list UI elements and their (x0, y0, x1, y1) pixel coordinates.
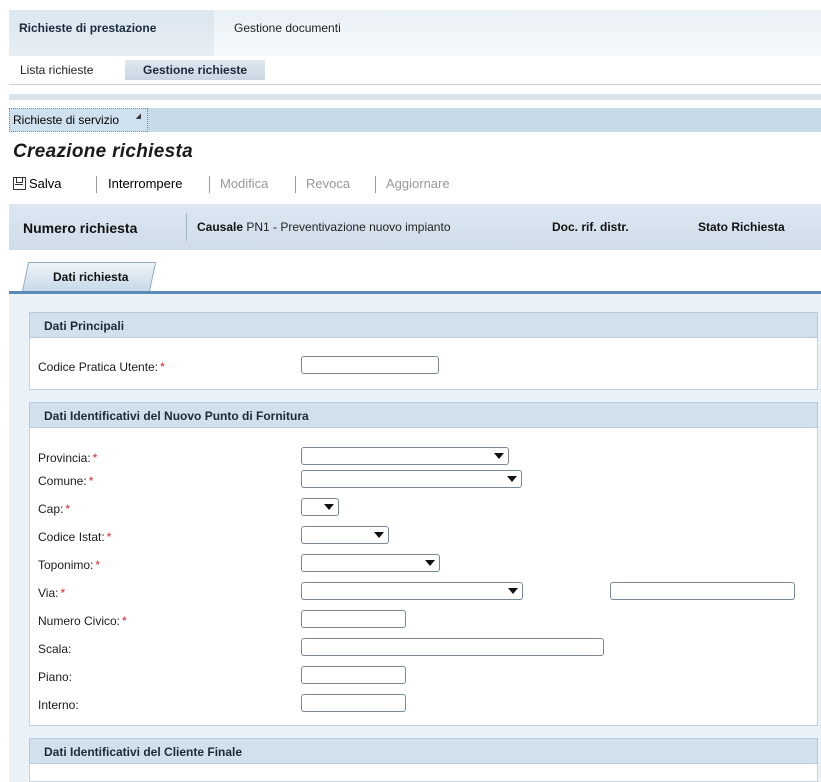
scala-input[interactable] (301, 638, 604, 656)
section-body-customer (29, 764, 818, 782)
label-piano: Piano: (38, 670, 73, 684)
revoke-button[interactable]: Revoca (306, 176, 350, 191)
tab-dati-richiesta[interactable]: Dati richiesta (53, 270, 128, 284)
page-title: Creazione richiesta (13, 141, 193, 162)
cap-select[interactable] (301, 498, 339, 516)
toolbar-separator (295, 176, 296, 193)
required-marker: * (88, 474, 94, 488)
chevron-down-icon (374, 532, 384, 538)
toolbar-separator (209, 176, 210, 193)
label-via: Via: * (38, 586, 66, 600)
label-codice-istat: Codice Istat: * (38, 530, 112, 544)
label-codice-pratica: Codice Pratica Utente: * (38, 360, 165, 374)
divider-band (9, 94, 821, 100)
dropdown-corner-icon: ◢ (135, 113, 142, 120)
doc-rif-label: Doc. rif. distr. (552, 220, 629, 234)
required-marker: * (60, 586, 66, 600)
save-label: Salva (29, 176, 62, 191)
numero-civico-input[interactable] (301, 610, 406, 628)
required-marker: * (122, 614, 127, 628)
update-button[interactable]: Aggiornare (386, 176, 450, 191)
interrupt-button[interactable]: Interrompere (108, 176, 182, 191)
chevron-down-icon (507, 476, 517, 482)
causale-value: PN1 - Preventivazione nuovo impianto (246, 220, 451, 234)
tab-lista-richieste[interactable]: Lista richieste (20, 60, 93, 80)
section-header-main: Dati Principali (29, 312, 818, 338)
service-menu-label: Richieste di servizio (13, 113, 120, 127)
required-marker: * (65, 502, 71, 516)
interno-input[interactable] (301, 694, 406, 712)
save-icon (13, 177, 26, 190)
via-select[interactable] (301, 582, 523, 600)
codice-istat-select[interactable] (301, 526, 389, 544)
required-marker: * (95, 558, 101, 572)
via-text-input[interactable] (610, 582, 795, 600)
status-label: Stato Richiesta (698, 220, 785, 234)
toolbar: Salva Interrompere Modifica Revoca Aggio… (9, 172, 821, 198)
chevron-down-icon (425, 560, 435, 566)
label-cap: Cap: * (38, 502, 71, 516)
provincia-select[interactable] (301, 447, 509, 465)
codice-pratica-input[interactable] (301, 356, 439, 374)
causale-label: Causale (197, 220, 244, 234)
content-panel: Dati Principali Codice Pratica Utente: * … (9, 294, 821, 782)
request-header: Numero richiesta Causale PN1 - Preventiv… (9, 204, 821, 250)
required-marker: * (92, 451, 98, 465)
comune-select[interactable] (301, 470, 522, 488)
label-comune: Comune: * (38, 474, 94, 488)
tab-gestione-richieste[interactable]: Gestione richieste (125, 60, 266, 80)
chevron-down-icon (324, 504, 334, 510)
piano-input[interactable] (301, 666, 406, 684)
section-header-supply-point: Dati Identificativi del Nuovo Punto di F… (29, 402, 818, 428)
tab-richieste-di-prestazione[interactable]: Richieste di prestazione (9, 10, 214, 56)
required-marker: * (160, 360, 165, 374)
label-toponimo: Toponimo: * (38, 558, 101, 572)
causale-field: Causale PN1 - Preventivazione nuovo impi… (197, 220, 451, 234)
toolbar-separator (375, 176, 376, 193)
label-interno: Interno: (38, 698, 79, 712)
save-button[interactable]: Salva (13, 176, 62, 191)
toponimo-select[interactable] (301, 554, 440, 572)
service-bar: Richieste di servizio ◢ (9, 108, 821, 132)
label-scala: Scala: (38, 642, 72, 656)
content-tab-strip: Dati richiesta (9, 258, 821, 294)
label-provincia: Provincia: * (38, 451, 98, 465)
chevron-down-icon (494, 453, 504, 459)
service-menu-button[interactable]: Richieste di servizio ◢ (9, 108, 149, 132)
modify-button[interactable]: Modifica (220, 176, 268, 191)
sub-tab-bar: Lista richieste Gestione richieste (9, 56, 821, 85)
chevron-down-icon (508, 588, 518, 594)
label-numero-civico: Numero Civico: * (38, 614, 127, 628)
request-number-label: Numero richiesta (23, 220, 138, 236)
top-tab-bar: Richieste di prestazione Gestione docume… (9, 10, 821, 56)
required-marker: * (106, 530, 112, 544)
section-header-customer: Dati Identificativi del Cliente Finale (29, 738, 818, 764)
header-separator (186, 213, 187, 241)
toolbar-separator (96, 176, 97, 193)
tab-gestione-documenti[interactable]: Gestione documenti (234, 10, 341, 56)
